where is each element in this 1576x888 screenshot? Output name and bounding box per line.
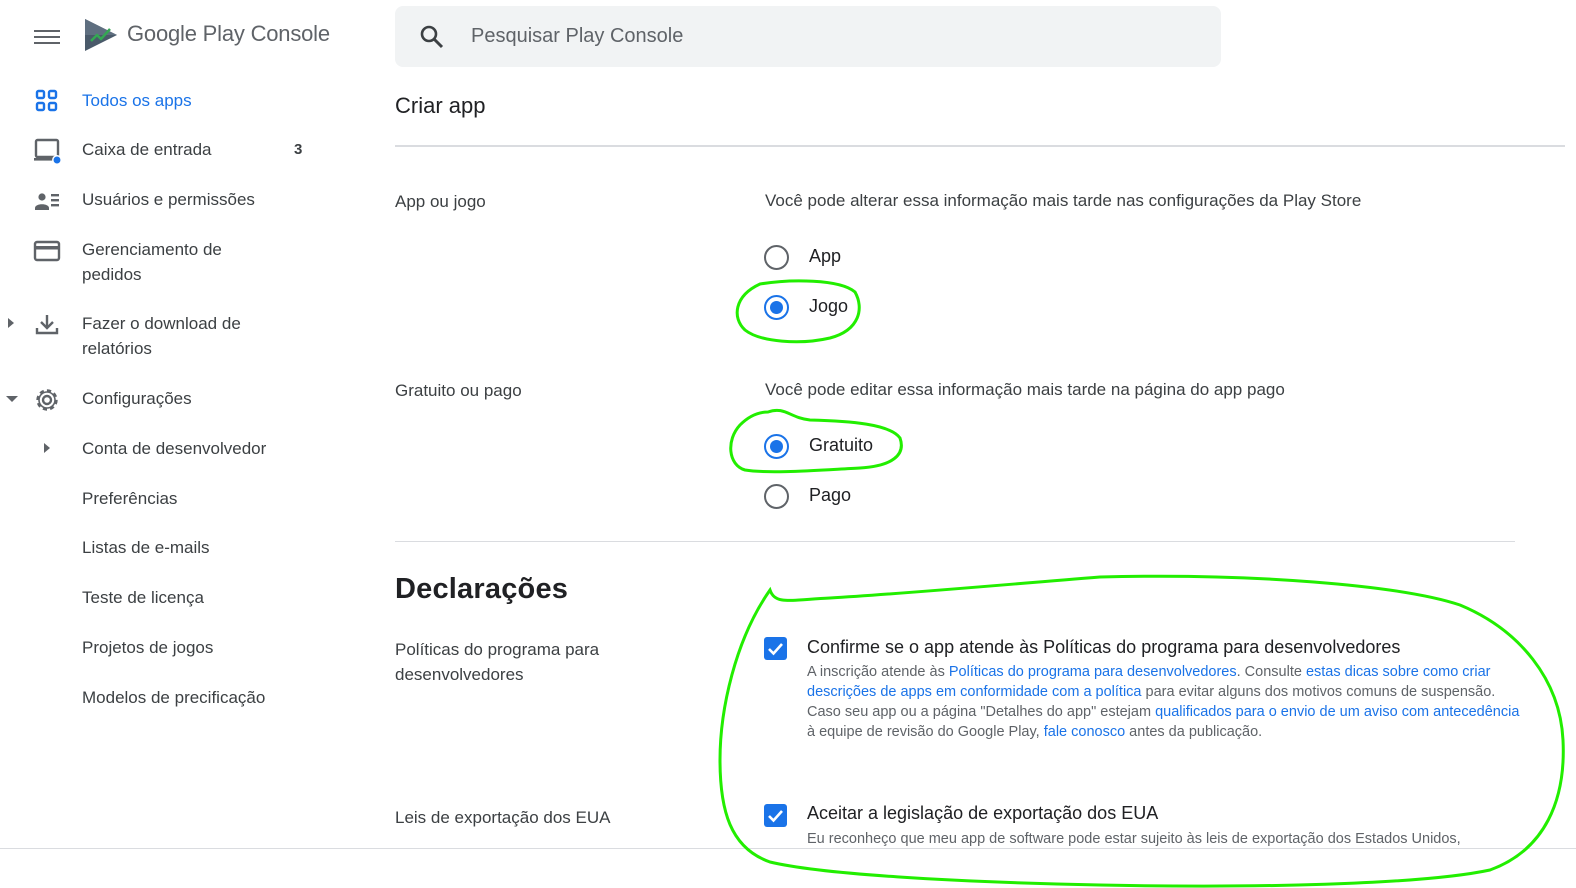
sidebar-item-label: Modelos de precificação: [82, 688, 266, 707]
divider: [395, 541, 1515, 542]
policies-desc-text: antes da publicação.: [1125, 724, 1263, 740]
download-icon: [35, 315, 59, 335]
menu-icon[interactable]: [34, 26, 60, 46]
radio-game[interactable]: [764, 295, 789, 320]
divider: [395, 145, 1565, 147]
radio-app-label[interactable]: App: [809, 246, 841, 267]
policies-desc-text: . Consulte: [1236, 664, 1306, 680]
app-or-game-hint: Você pode alterar essa informação mais t…: [765, 191, 1362, 210]
sidebar-item-label: Todos os apps: [82, 91, 192, 110]
declarations-heading: Declarações: [395, 573, 569, 605]
policies-desc-text: à equipe de revisão do Google Play,: [807, 724, 1044, 740]
brand-google-play: Google Play: [127, 21, 245, 46]
export-laws-checkbox[interactable]: [764, 804, 787, 827]
free-or-paid-label: Gratuito ou pago: [395, 381, 522, 400]
search-icon[interactable]: [419, 24, 445, 50]
expand-arrow-icon[interactable]: [44, 443, 50, 453]
check-icon: [768, 643, 783, 656]
radio-game-label[interactable]: Jogo: [809, 296, 848, 317]
sidebar-item-label: Fazer o download de relatórios: [82, 314, 241, 358]
radio-paid[interactable]: [764, 484, 789, 509]
radio-paid-label[interactable]: Pago: [809, 485, 851, 506]
sidebar-item-label: Projetos de jogos: [82, 638, 214, 657]
policies-checkbox-title: Confirme se o app atende às Políticas do…: [807, 637, 1401, 657]
sidebar: Google Play Console Todos os apps Caixa …: [0, 0, 370, 888]
play-console-logo: [85, 19, 117, 51]
free-or-paid-hint: Você pode editar essa informação mais ta…: [765, 380, 1285, 399]
sidebar-item-label: Listas de e-mails: [82, 538, 210, 557]
credit-card-icon: [33, 240, 61, 262]
sidebar-item-label: Gerenciamento de pedidos: [82, 240, 222, 284]
brand-console: Console: [250, 21, 331, 46]
policies-label: Políticas do programa para desenvolvedor…: [395, 640, 600, 684]
expand-arrow-icon[interactable]: [8, 318, 14, 328]
export-laws-checkbox-title: Aceitar a legislação de exportação dos E…: [807, 803, 1159, 823]
sidebar-item-label: Configurações: [82, 389, 192, 408]
advance-notice-link[interactable]: qualificados para o envio de um aviso co…: [1155, 704, 1519, 720]
export-laws-label: Leis de exportação dos EUA: [395, 808, 611, 827]
radio-free[interactable]: [764, 434, 789, 459]
sidebar-item-label: Usuários e permissões: [82, 190, 255, 209]
search-input[interactable]: [471, 20, 1191, 52]
policies-description: A inscrição atende às Políticas do progr…: [807, 662, 1527, 742]
check-icon: [768, 810, 783, 823]
sidebar-item-label: Teste de licença: [82, 588, 204, 607]
policies-desc-text: A inscrição atende às: [807, 664, 949, 680]
sidebar-item-label: Caixa de entrada: [82, 140, 212, 159]
radio-app[interactable]: [764, 245, 789, 270]
collapse-arrow-icon[interactable]: [6, 396, 18, 402]
page-title: Criar app: [395, 93, 486, 118]
users-icon: [35, 193, 59, 210]
policies-link[interactable]: Políticas do programa para desenvolvedor…: [949, 664, 1237, 680]
policies-checkbox[interactable]: [764, 637, 787, 660]
gear-icon: [36, 389, 58, 411]
brand-name: Google Play Console: [127, 21, 330, 47]
inbox-count-badge: 3: [294, 141, 303, 158]
apps-grid-icon: [35, 89, 58, 112]
radio-free-label[interactable]: Gratuito: [809, 435, 873, 456]
divider: [0, 848, 1576, 849]
inbox-icon: [34, 138, 61, 165]
sidebar-item-label: Conta de desenvolvedor: [82, 439, 267, 458]
contact-us-link[interactable]: fale conosco: [1044, 724, 1125, 740]
app-or-game-label: App ou jogo: [395, 192, 486, 211]
sidebar-item-label: Preferências: [82, 489, 178, 508]
export-laws-description: Eu reconheço que meu app de software pod…: [807, 831, 1461, 847]
search-bar[interactable]: [395, 6, 1221, 67]
